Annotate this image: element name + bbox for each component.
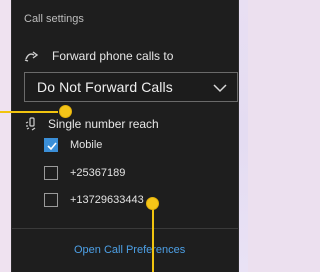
number-2-option-label: +13729633443 [70,194,144,206]
checkmark-icon [47,142,57,151]
panel-title: Call settings [24,13,84,25]
callout-dot-preferences [146,197,159,210]
single-number-reach-icon [25,117,36,131]
callout-line-bottom [152,206,154,272]
number-1-option-label: +25367189 [70,167,126,179]
callout-dot-dropdown [59,105,72,118]
mobile-checkbox[interactable] [44,138,58,152]
single-number-reach-heading: Single number reach [24,117,159,131]
forward-calls-label: Forward phone calls to [52,49,174,63]
background-strip [0,0,12,272]
chevron-down-icon [213,84,227,93]
call-settings-panel: Call settings Forward phone calls to Do … [12,0,238,272]
mobile-option-label: Mobile [70,139,103,151]
call-forward-icon [24,51,39,62]
number-1-checkbox[interactable] [44,166,58,180]
footer-divider [12,228,238,229]
open-call-preferences-link[interactable]: Open Call Preferences [74,244,185,256]
forward-calls-selected-value: Do Not Forward Calls [37,79,173,95]
callout-line-left [0,111,58,113]
reach-option-number-1[interactable]: +25367189 [44,166,125,180]
reach-option-number-2[interactable]: +13729633443 [44,193,144,207]
reach-option-mobile[interactable]: Mobile [44,138,102,152]
forward-calls-heading: Forward phone calls to [24,49,173,63]
forward-calls-dropdown[interactable]: Do Not Forward Calls [24,72,238,102]
single-number-reach-label: Single number reach [48,117,159,131]
number-2-checkbox[interactable] [44,193,58,207]
